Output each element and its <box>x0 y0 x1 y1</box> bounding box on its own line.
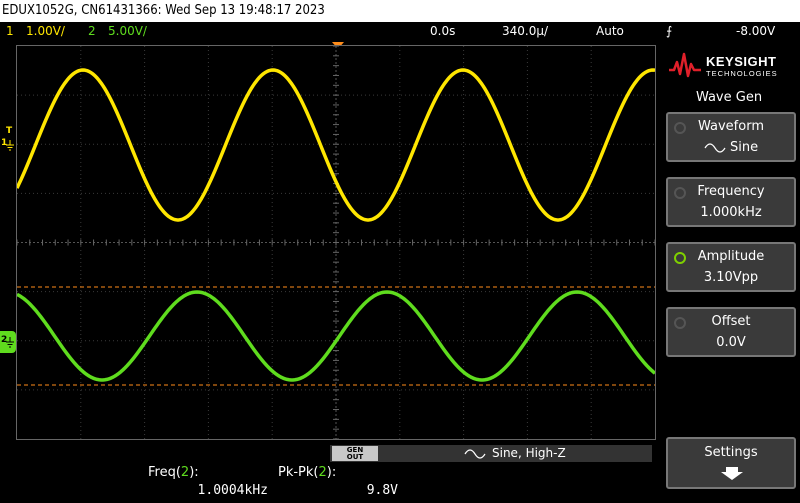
measurement-freq[interactable]: Freq(2): 1.0004kHz <box>140 463 270 503</box>
sine-icon <box>464 449 486 459</box>
offset-softkey[interactable]: Offset 0.0V <box>666 307 796 357</box>
amplitude-softkey[interactable]: Amplitude 3.10Vpp <box>666 242 796 292</box>
ch1-scale[interactable]: 1.00V/ <box>26 22 65 40</box>
softkey-panel: KEYSIGHT TECHNOLOGIES Wave Gen Waveform … <box>658 40 800 503</box>
time-scale[interactable]: 340.0µ/ <box>502 22 548 40</box>
trigger-level[interactable]: -8.00V <box>736 22 775 40</box>
softkey-label: Frequency <box>697 184 765 199</box>
title-bar: EDUX1052G, CN61431366: Wed Sep 13 19:48:… <box>0 0 800 22</box>
measurement-pkpk[interactable]: Pk-Pk(2): 9.8V <box>270 463 400 503</box>
softkey-value: 1.000kHz <box>700 205 762 220</box>
down-arrow-icon <box>721 467 743 480</box>
title-text: EDUX1052G, CN61431366: Wed Sep 13 19:48:… <box>2 3 325 18</box>
logo-brand: KEYSIGHT <box>706 54 777 69</box>
ch2-number[interactable]: 2 <box>88 22 96 40</box>
status-bar: 1 1.00V/ 2 5.00V/ 0.0s 340.0µ/ Auto ⨍ -8… <box>0 22 800 40</box>
time-position[interactable]: 0.0s <box>430 22 455 40</box>
softkey-value: 0.0V <box>716 335 746 350</box>
trigger-edge-icon: ⨍ <box>666 24 673 38</box>
ground-icon <box>6 337 14 348</box>
wavegen-status-strip: Sine, High-Z <box>330 445 652 462</box>
softkey-value: 3.10Vpp <box>703 270 759 285</box>
softkey-label: Offset <box>711 314 751 329</box>
softkey-label: Amplitude <box>697 249 765 264</box>
sine-icon <box>704 143 726 153</box>
graticule <box>17 46 655 439</box>
softkey-label: Waveform <box>698 119 764 134</box>
waveform-display[interactable] <box>16 45 656 440</box>
measurement-value: 9.8V <box>366 483 398 498</box>
wavegen-summary: Sine, High-Z <box>492 446 566 460</box>
ch1-waveform <box>17 68 655 222</box>
menu-title: Wave Gen <box>695 90 763 105</box>
trigger-mode[interactable]: Auto <box>596 22 624 40</box>
trigger-level-marker[interactable]: T <box>6 126 12 136</box>
ch1-ground-marker[interactable]: 1 <box>0 136 16 154</box>
waveform-softkey[interactable]: Waveform Sine <box>666 112 796 162</box>
frequency-softkey[interactable]: Frequency 1.000kHz <box>666 177 796 227</box>
ch1-number[interactable]: 1 <box>6 22 14 40</box>
softkey-label: Settings <box>704 445 758 460</box>
settings-softkey[interactable]: Settings <box>666 437 796 489</box>
ground-icon <box>6 140 14 151</box>
keysight-logo: KEYSIGHT TECHNOLOGIES <box>666 46 796 86</box>
keysight-wave-icon <box>669 52 701 78</box>
measurement-value: 1.0004kHz <box>197 483 268 498</box>
ch2-ground-marker[interactable]: 2 <box>0 331 16 353</box>
softkey-value: Sine <box>730 140 759 155</box>
logo-sub: TECHNOLOGIES <box>706 69 778 78</box>
gen-out-badge: GEN OUT <box>332 446 378 461</box>
ch2-scale[interactable]: 5.00V/ <box>108 22 147 40</box>
